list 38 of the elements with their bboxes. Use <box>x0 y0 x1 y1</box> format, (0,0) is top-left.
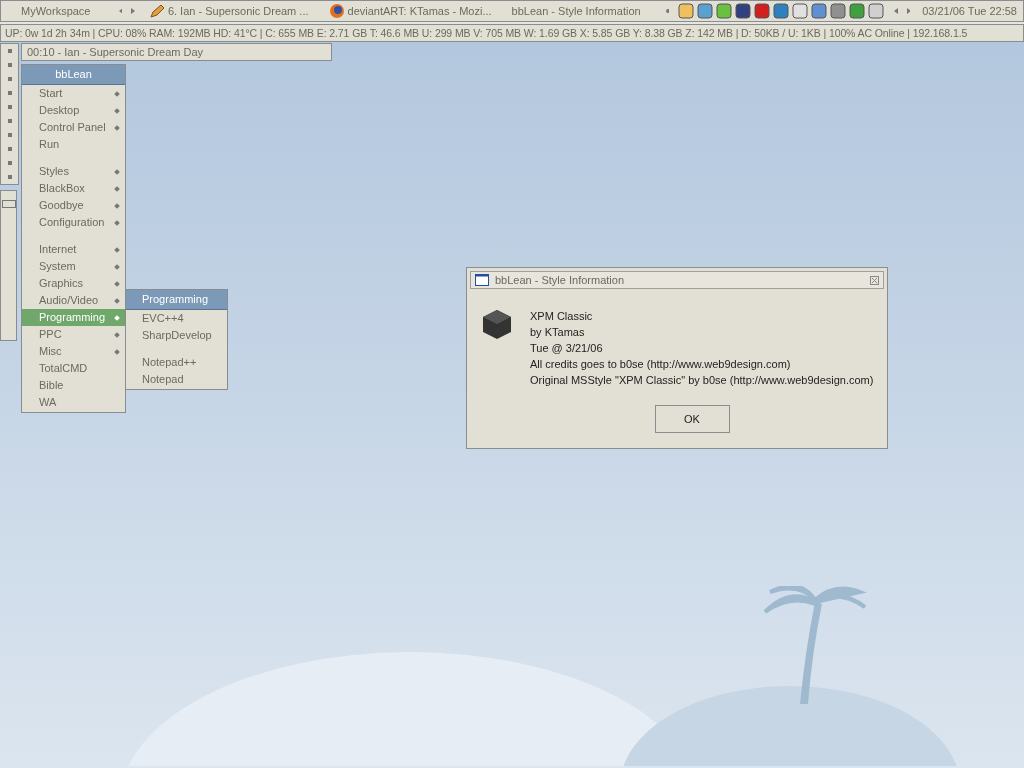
menu-item[interactable]: Run <box>22 136 125 153</box>
menu-item[interactable]: Configuration <box>22 214 125 231</box>
info-text: XPM Classic <box>530 309 594 324</box>
system-stats: UP: 0w 1d 2h 34m | CPU: 08% RAM: 192MB HD: 41°C | C: 655 MB E: 2.71 GB T: 46.6 MB U: 299 MB V: 705 MB W: 1.69 GB X: 5.85 GB Y: 8.38 GB Z: 142 MB | D: 50KB / U: 1KB | 100% AC Online | 192.168.1.5 <box>5 27 968 39</box>
info-text: Original MSStyle "XPM Classic" by b0se (http://www.web9design.com) <box>530 373 874 388</box>
info-text: by KTamas <box>530 325 586 340</box>
ok-button[interactable]: OK <box>654 405 730 433</box>
menu-item[interactable]: Goodbye <box>22 197 125 214</box>
task-button[interactable]: bbLean - Style Information <box>505 5 647 17</box>
menu-item[interactable]: Internet <box>22 231 125 258</box>
clock: 03/21/06 Tue 22:58 <box>922 5 1017 17</box>
task-button[interactable]: 6. Ian - Supersonic Dream ... <box>142 3 315 19</box>
workspace-label[interactable]: MyWorkspace <box>21 5 110 17</box>
menu-item[interactable]: Bible <box>22 377 125 394</box>
menu-item[interactable]: Notepad <box>126 371 227 388</box>
menu-item[interactable]: Programming <box>22 309 125 326</box>
info-text: Tue @ 3/21/06 <box>530 341 604 356</box>
menu-item[interactable]: Audio/Video <box>22 292 125 309</box>
menu-item[interactable]: Notepad++ <box>126 344 227 371</box>
track-title: 00:10 - Ian - Supersonic Dream Day <box>27 46 204 58</box>
menu-item[interactable]: Styles <box>22 153 125 180</box>
menu-item[interactable]: EVC++4 <box>126 310 227 327</box>
dialog-title: bbLean - Style Information <box>495 274 626 286</box>
menu-item[interactable]: TotalCMD <box>22 360 125 377</box>
task-button[interactable]: deviantART: KTamas - Mozi... <box>322 3 498 19</box>
menu-item[interactable]: Desktop <box>22 102 125 119</box>
menu-title: bbLean <box>22 65 125 85</box>
menu-item[interactable]: Start <box>22 85 125 102</box>
menu-item[interactable]: BlackBox <box>22 180 125 197</box>
info-text: All credits goes to b0se (http://www.web9design.com) <box>530 357 792 372</box>
menu-item[interactable]: Control Panel <box>22 119 125 136</box>
menu-item[interactable]: Graphics <box>22 275 125 292</box>
menu-item[interactable]: PPC <box>22 326 125 343</box>
menu-title: Programming <box>126 290 227 310</box>
menu-item[interactable]: System <box>22 258 125 275</box>
menu-item[interactable]: Misc <box>22 343 125 360</box>
menu-item[interactable]: SharpDevelop <box>126 327 227 344</box>
menu-item[interactable]: WA <box>22 394 125 411</box>
